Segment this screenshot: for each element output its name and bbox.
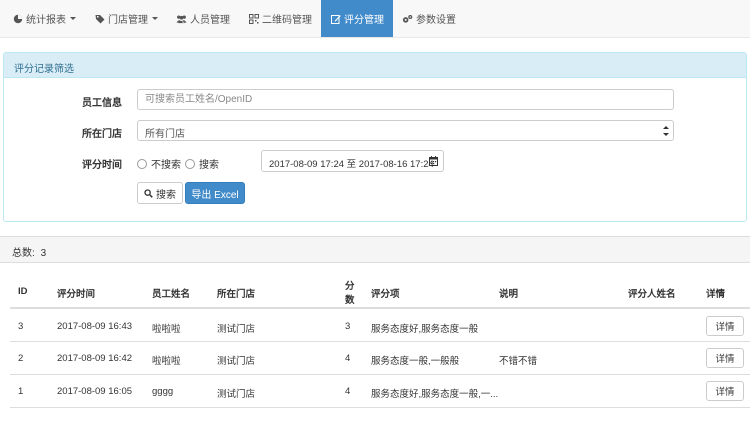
radio-label: 不搜索 — [151, 160, 181, 171]
caret-down-icon — [152, 17, 158, 20]
top-navbar: 统计报表 门店管理 人员管理 二维码管理 评分管理 参数设置 — [0, 0, 750, 38]
nav-label: 参数设置 — [416, 15, 456, 26]
nav-stat-reports[interactable]: 统计报表 — [0, 0, 85, 37]
nav-rating-mgmt[interactable]: 评分管理 — [321, 0, 393, 37]
col-header-detail: 详情 — [706, 289, 726, 300]
radio-circle-icon — [185, 158, 195, 169]
radio-no-search[interactable]: 不搜索 — [137, 156, 181, 171]
col-header-items: 评分项 — [371, 289, 400, 300]
radio-label: 搜索 — [199, 160, 219, 171]
search-icon — [144, 188, 153, 198]
store-select-value: 所有门店 — [145, 129, 185, 140]
nav-label: 二维码管理 — [262, 15, 312, 26]
export-excel-button[interactable]: 导出 Excel — [185, 182, 245, 204]
cell-store: 测试门店 — [217, 324, 256, 335]
date-range-value: 2017-08-09 17:24 至 2017-08-16 17:24 — [269, 159, 434, 170]
cell-id: 1 — [18, 386, 24, 397]
cell-items: 服务态度好,服务态度一般,一... — [371, 389, 499, 400]
search-button[interactable]: 搜索 — [137, 182, 183, 204]
edit-icon — [330, 13, 341, 24]
store-label: 所在门店 — [82, 129, 122, 140]
cell-items: 服务态度好,服务态度一般 — [371, 324, 479, 335]
col-header-rater: 评分人姓名 — [628, 289, 676, 300]
export-button-label: 导出 Excel — [191, 189, 239, 201]
total-count: 3 — [40, 248, 47, 259]
filter-panel: 评分记录筛选 员工信息 所在门店 所有门店 评分时间 不搜索 搜索 2017-0… — [3, 52, 747, 222]
cell-store: 测试门店 — [217, 356, 256, 367]
nav-staff-mgmt[interactable]: 人员管理 — [167, 0, 239, 37]
cell-name: 啦啦啦 — [152, 356, 181, 367]
col-header-name: 员工姓名 — [152, 289, 191, 300]
cell-time: 2017-08-09 16:42 — [57, 353, 133, 364]
pie-chart-icon — [12, 13, 23, 24]
detail-button[interactable]: 详情 — [706, 348, 744, 368]
nav-qrcode-mgmt[interactable]: 二维码管理 — [239, 0, 321, 37]
search-button-label: 搜索 — [156, 189, 176, 201]
time-label: 评分时间 — [82, 160, 122, 171]
main-nav: 统计报表 门店管理 人员管理 二维码管理 评分管理 参数设置 — [0, 0, 750, 37]
col-header-id: ID — [18, 286, 28, 297]
radio-search[interactable]: 搜索 — [185, 156, 219, 171]
col-header-note: 说明 — [499, 289, 519, 300]
cell-note: 不错不错 — [499, 356, 538, 367]
cell-id: 2 — [18, 353, 24, 364]
cell-name: 啦啦啦 — [152, 324, 181, 335]
nav-param-settings[interactable]: 参数设置 — [393, 0, 465, 37]
nav-label: 评分管理 — [344, 15, 384, 26]
employee-label: 员工信息 — [82, 98, 122, 109]
nav-label: 统计报表 — [26, 15, 66, 26]
employee-search-input[interactable] — [137, 89, 674, 110]
select-arrows-icon — [663, 125, 669, 137]
row-divider — [10, 374, 750, 375]
col-header-score-1: 分 — [345, 281, 355, 292]
nav-label: 人员管理 — [190, 15, 230, 26]
detail-button[interactable]: 详情 — [706, 381, 744, 401]
nav-label: 门店管理 — [108, 15, 148, 26]
radio-circle-icon — [137, 158, 147, 169]
cell-score: 4 — [345, 386, 351, 397]
users-icon — [176, 13, 187, 24]
col-header-store: 所在门店 — [217, 289, 256, 300]
tag-icon — [94, 13, 105, 24]
header-divider — [10, 307, 750, 309]
cell-store: 测试门店 — [217, 389, 256, 400]
cell-time: 2017-08-09 16:43 — [57, 321, 133, 332]
cell-items: 服务态度一般,一般般 — [371, 356, 460, 367]
store-select[interactable]: 所有门店 — [137, 120, 674, 141]
filter-panel-title: 评分记录筛选 — [4, 53, 746, 78]
caret-down-icon — [70, 17, 76, 20]
gears-icon — [402, 13, 413, 24]
col-header-score-2: 数 — [345, 295, 355, 306]
cell-score: 4 — [345, 353, 351, 364]
detail-button[interactable]: 详情 — [706, 316, 744, 336]
cell-name: gggg — [152, 386, 174, 397]
col-header-time: 评分时间 — [57, 289, 96, 300]
date-range-picker[interactable]: 2017-08-09 17:24 至 2017-08-16 17:24 — [261, 150, 444, 172]
total-count-bar: 总数: 3 — [0, 237, 750, 263]
qrcode-icon — [248, 13, 259, 24]
cell-time: 2017-08-09 16:05 — [57, 386, 133, 397]
nav-store-mgmt[interactable]: 门店管理 — [85, 0, 167, 37]
total-label: 总数: — [12, 248, 35, 259]
cell-score: 3 — [345, 321, 351, 332]
cell-id: 3 — [18, 321, 24, 332]
row-divider — [10, 341, 750, 342]
row-divider — [10, 407, 750, 408]
calendar-icon — [429, 156, 438, 169]
results-panel: 总数: 3 — [0, 236, 750, 434]
